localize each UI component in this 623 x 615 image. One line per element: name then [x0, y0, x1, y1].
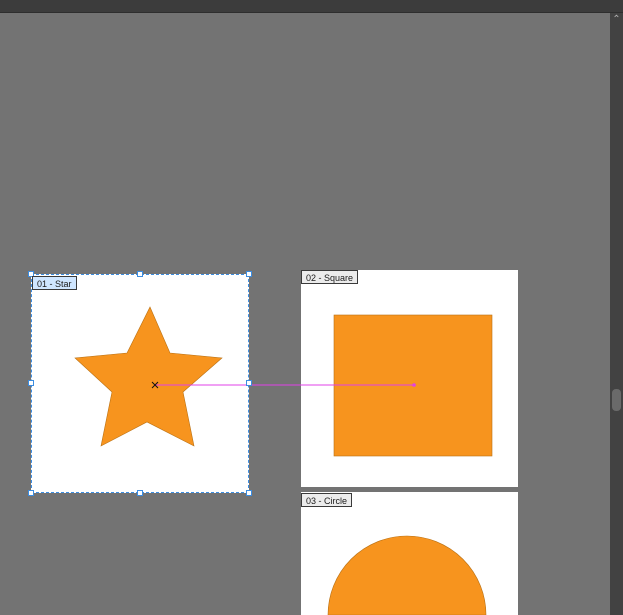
artboard-square[interactable]	[301, 270, 518, 487]
resize-handle-top-right[interactable]	[246, 271, 252, 277]
resize-handle-top[interactable]	[137, 271, 143, 277]
resize-handle-right[interactable]	[246, 380, 252, 386]
artboard-label-square[interactable]: 02 - Square	[301, 270, 359, 284]
chevron-up-icon[interactable]: ⌃	[612, 15, 621, 25]
scrollbar-thumb[interactable]	[612, 389, 621, 411]
artboard-circle[interactable]	[301, 492, 518, 615]
resize-handle-left[interactable]	[28, 380, 34, 386]
artboard-label-star[interactable]: 01 - Star	[32, 276, 77, 290]
resize-handle-bottom[interactable]	[137, 490, 143, 496]
vertical-scrollbar[interactable]: ⌃	[610, 13, 623, 615]
resize-handle-bottom-left[interactable]	[28, 490, 34, 496]
top-toolbar	[0, 0, 623, 13]
artboard-star[interactable]	[31, 274, 249, 493]
artboard-label-circle[interactable]: 03 - Circle	[301, 493, 353, 507]
resize-handle-bottom-right[interactable]	[246, 490, 252, 496]
